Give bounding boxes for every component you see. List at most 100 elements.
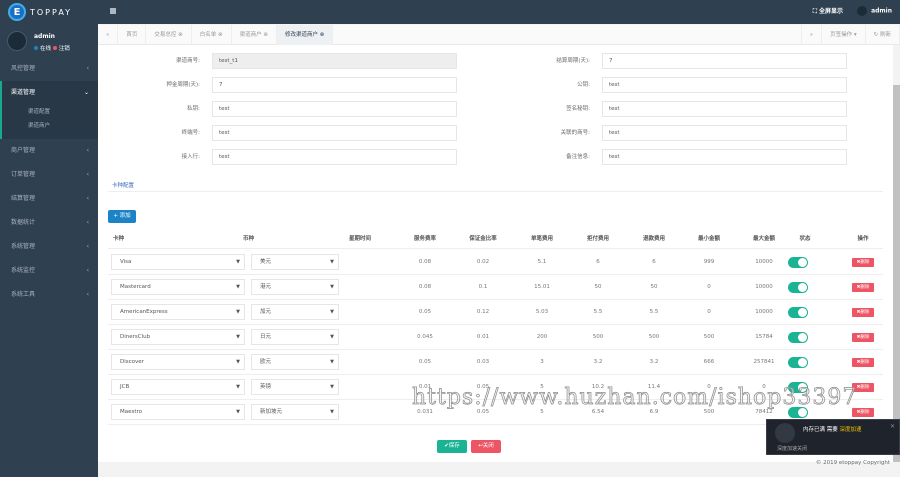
avatar bbox=[857, 6, 868, 16]
table-cell: 10000 bbox=[755, 309, 773, 315]
table-cell: 999 bbox=[703, 259, 715, 265]
form-input[interactable]: test bbox=[212, 125, 457, 141]
save-button[interactable]: ✔保存 bbox=[437, 440, 467, 453]
currency-select[interactable]: 港元 ▼ bbox=[251, 279, 339, 295]
user-panel: admin 在线 注销 bbox=[0, 24, 98, 57]
delete-button[interactable]: ✖删除 bbox=[852, 358, 874, 367]
logout-link[interactable]: 注销 bbox=[59, 46, 70, 52]
form-label: 押金周期(天): bbox=[166, 82, 200, 88]
table-cell: 5.1 bbox=[537, 259, 547, 265]
table-row: Discover ▼ 欧元 ▼ 0.05 0.03 3 3.2 3.2 666 257841 ✖删除 bbox=[108, 350, 883, 375]
tab-trade[interactable]: 交易总控 ⊗ bbox=[146, 25, 192, 45]
caret-down-icon: ▼ bbox=[330, 359, 334, 365]
tab-channel-merchant[interactable]: 渠道商户 ⊗ bbox=[232, 25, 278, 45]
fullscreen-button[interactable]: ⛶ 全屏显示 bbox=[813, 6, 843, 16]
form-input[interactable]: test bbox=[602, 149, 847, 165]
sidebar-item-merchant[interactable]: 商户管理 ‹ bbox=[0, 139, 98, 163]
card-config-link[interactable]: 卡种配置 bbox=[112, 181, 134, 189]
card-type-select[interactable]: AmericanExpress ▼ bbox=[111, 304, 245, 320]
tab-whitelist[interactable]: 白名单 ⊗ bbox=[192, 25, 232, 45]
sidebar-item-system[interactable]: 系统管理 ‹ bbox=[0, 235, 98, 259]
sidebar-item-monitor[interactable]: 系统监控 ‹ bbox=[0, 259, 98, 283]
menu-toggle-icon[interactable] bbox=[110, 8, 116, 14]
delete-button[interactable]: ✖删除 bbox=[852, 283, 874, 292]
table-cell: 257841 bbox=[753, 359, 775, 365]
column-header: 币种 bbox=[243, 236, 255, 242]
user-menu[interactable]: admin bbox=[857, 6, 892, 16]
sidebar-item-channel[interactable]: 渠道管理 ⌄ bbox=[0, 81, 98, 105]
table-cell: 10000 bbox=[755, 284, 773, 290]
form-input[interactable]: 7 bbox=[212, 77, 457, 93]
card-type-select[interactable]: JCB ▼ bbox=[111, 379, 245, 395]
delete-button[interactable]: ✖删除 bbox=[852, 333, 874, 342]
sidebar-item-stats[interactable]: 数据统计 ‹ bbox=[0, 211, 98, 235]
currency-select[interactable]: 美元 ▼ bbox=[251, 254, 339, 270]
column-header: 操作 bbox=[857, 236, 869, 242]
currency-select[interactable]: 欧元 ▼ bbox=[251, 354, 339, 370]
tab-scroll-left-icon[interactable]: « bbox=[98, 25, 119, 45]
table-cell: 0.12 bbox=[476, 309, 490, 315]
close-button[interactable]: ↩关闭 bbox=[471, 440, 501, 453]
column-header: 单笔费用 bbox=[530, 236, 553, 242]
column-header: 星期时间 bbox=[348, 236, 371, 242]
caret-down-icon: ▼ bbox=[236, 259, 240, 265]
table-cell: 5.5 bbox=[649, 309, 659, 315]
tab-scroll-right-icon[interactable]: » bbox=[800, 25, 823, 45]
status-toggle[interactable] bbox=[788, 307, 808, 318]
tab-home[interactable]: 首页 bbox=[118, 25, 147, 45]
page-ops-dropdown[interactable]: 页签操作 ▾ bbox=[822, 25, 866, 45]
sidebar-item-order[interactable]: 订单管理 ‹ bbox=[0, 163, 98, 187]
form-label: 签名秘钥: bbox=[566, 106, 590, 112]
card-type-select[interactable]: Maestro ▼ bbox=[111, 404, 245, 420]
refresh-button[interactable]: ↻ 刷新 bbox=[866, 25, 900, 45]
table-cell: 0.1 bbox=[478, 284, 488, 290]
form-input[interactable]: test bbox=[212, 149, 457, 165]
card-type-select[interactable]: Discover ▼ bbox=[111, 354, 245, 370]
form-input[interactable]: 7 bbox=[602, 53, 847, 69]
currency-select[interactable]: 新加坡元 ▼ bbox=[251, 404, 339, 420]
sidebar-item-settlement[interactable]: 结算管理 ‹ bbox=[0, 187, 98, 211]
chevron-down-icon: ⌄ bbox=[83, 89, 89, 96]
status-toggle[interactable] bbox=[788, 257, 808, 268]
table-cell: 500 bbox=[703, 334, 715, 340]
form-label: 关联的商号: bbox=[560, 130, 590, 136]
sidebar-item-risk[interactable]: 风控管理 ‹ bbox=[0, 57, 98, 81]
form-input[interactable]: test bbox=[212, 101, 457, 117]
form-input[interactable]: test bbox=[602, 125, 847, 141]
close-icon[interactable]: ✕ bbox=[890, 423, 895, 430]
status-toggle[interactable] bbox=[788, 282, 808, 293]
chevron-left-icon: ‹ bbox=[86, 65, 89, 72]
form-label: 备注信息: bbox=[566, 154, 590, 160]
sidebar: admin 在线 注销 风控管理 ‹ 渠道管理 ⌄ 渠道配置 渠道商户 商户管理 ‹ … bbox=[0, 24, 98, 477]
table-cell: 500 bbox=[648, 334, 660, 340]
currency-select[interactable]: 英镑 ▼ bbox=[251, 379, 339, 395]
status-toggle[interactable] bbox=[788, 357, 808, 368]
currency-select[interactable]: 日元 ▼ bbox=[251, 329, 339, 345]
table-cell: 0.045 bbox=[417, 334, 433, 340]
form-input[interactable]: test_t1 bbox=[212, 53, 457, 69]
card-type-select[interactable]: Mastercard ▼ bbox=[111, 279, 245, 295]
delete-button[interactable]: ✖删除 bbox=[852, 308, 874, 317]
chevron-left-icon: ‹ bbox=[86, 147, 89, 154]
card-type-select[interactable]: Visa ▼ bbox=[111, 254, 245, 270]
status-toggle[interactable] bbox=[788, 332, 808, 343]
delete-button[interactable]: ✖删除 bbox=[852, 258, 874, 267]
caret-down-icon: ▼ bbox=[236, 284, 240, 290]
form-label: 结算周期(天): bbox=[556, 58, 590, 64]
column-header: 保证金比率 bbox=[469, 236, 497, 242]
shield-icon bbox=[775, 423, 795, 443]
column-header: 状态 bbox=[799, 236, 811, 242]
tab-edit-channel-merchant[interactable]: 修改渠道商户 ⊗ bbox=[277, 25, 334, 45]
speedup-popup: 内存已满 需要 深度加速 深度加速关闭 ✕ bbox=[766, 419, 900, 455]
card-type-select[interactable]: DinersClub ▼ bbox=[111, 329, 245, 345]
sidebar-subitem-channel-config[interactable]: 渠道配置 bbox=[2, 105, 98, 119]
scrollbar[interactable] bbox=[893, 85, 900, 462]
add-button[interactable]: + 添加 bbox=[108, 210, 136, 223]
sidebar-subitem-channel-merchant[interactable]: 渠道商户 bbox=[2, 119, 98, 133]
currency-select[interactable]: 加元 ▼ bbox=[251, 304, 339, 320]
table-cell: 5.03 bbox=[535, 309, 549, 315]
form-input[interactable]: test bbox=[602, 101, 847, 117]
sidebar-item-tools[interactable]: 系统工具 ‹ bbox=[0, 283, 98, 307]
form-input[interactable]: test bbox=[602, 77, 847, 93]
form-label: 渠道商号: bbox=[176, 58, 200, 64]
